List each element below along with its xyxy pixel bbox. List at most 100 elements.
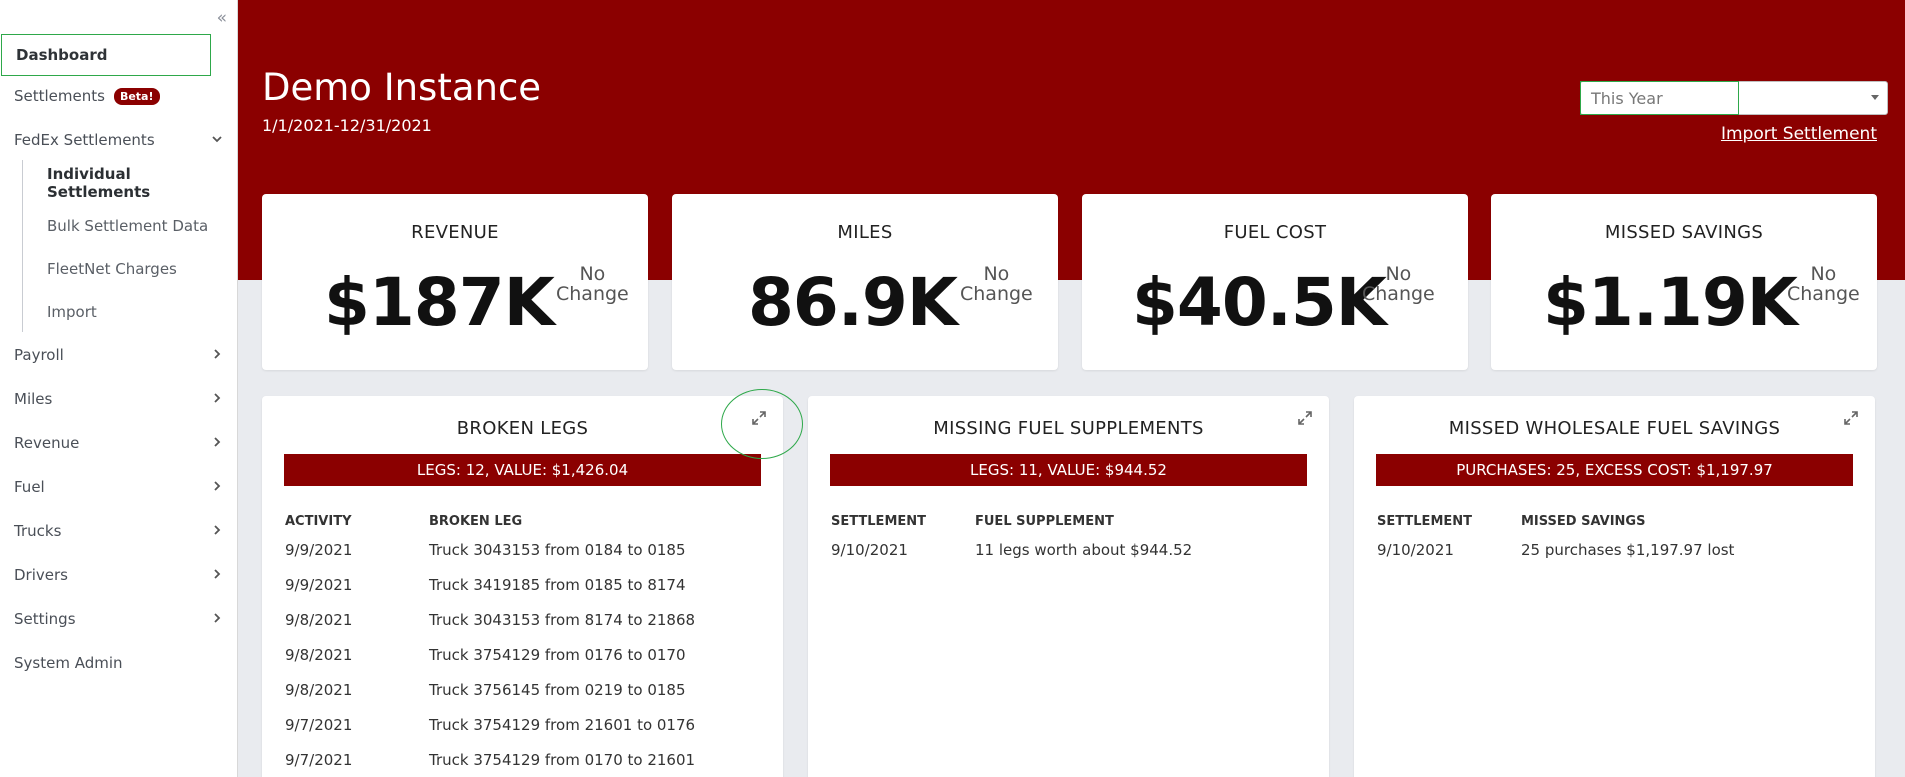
table-cell-leg: Truck 3419185 from 0185 to 8174 (429, 576, 686, 594)
chevron-right-icon (212, 479, 222, 495)
sidebar-item-label: Payroll (14, 346, 64, 364)
sidebar-subitem-label: Import (47, 303, 97, 321)
stat-card-fuel-cost: FUEL COST $40.5K No Change (1082, 194, 1468, 370)
sidebar-item-label: System Admin (14, 654, 123, 672)
stat-card-miles: MILES 86.9K No Change (672, 194, 1058, 370)
stat-value: $40.5K (1132, 264, 1387, 341)
chevron-right-icon (212, 435, 222, 451)
stat-change-line: No (1810, 263, 1837, 285)
sidebar-subitem-import[interactable]: Import (47, 294, 97, 330)
sidebar-item-label: Drivers (14, 566, 68, 584)
sidebar-item-trucks[interactable]: Trucks (0, 511, 238, 551)
stat-change-line: Change (960, 283, 1033, 305)
stat-change: No Change (1362, 264, 1435, 304)
sidebar-item-label: Fuel (14, 478, 45, 496)
expand-icon[interactable] (1297, 410, 1313, 426)
sidebar-subitem-label: Individual Settlements (47, 165, 151, 201)
chevron-right-icon (212, 611, 222, 627)
stat-value: 86.9K (748, 264, 958, 341)
period-select[interactable]: This Year (1580, 81, 1888, 115)
panel-summary-bar: LEGS: 11, VALUE: $944.52 (830, 454, 1307, 486)
date-range: 1/1/2021-12/31/2021 (262, 116, 432, 135)
panel-missed-wholesale-fuel-savings: MISSED WHOLESALE FUEL SAVINGS PURCHASES:… (1354, 396, 1875, 777)
panel-title: MISSED WHOLESALE FUEL SAVINGS (1448, 418, 1781, 439)
stat-change: No Change (960, 264, 1033, 304)
table-cell-date: 9/8/2021 (285, 646, 353, 664)
column-header-settlement: SETTLEMENT (831, 514, 927, 529)
sidebar-item-drivers[interactable]: Drivers (0, 555, 238, 595)
sidebar-item-fedex-settlements[interactable]: FedEx Settlements (0, 120, 238, 160)
import-settlement-link[interactable]: Import Settlement (1721, 124, 1877, 144)
chevron-right-icon (212, 523, 222, 539)
table-cell-leg: Truck 3754129 from 0176 to 0170 (429, 646, 686, 664)
sidebar-item-revenue[interactable]: Revenue (0, 423, 238, 463)
sidebar-item-dashboard[interactable]: Dashboard (1, 34, 211, 76)
sidebar: « Dashboard Settlements Beta! FedEx Sett… (0, 0, 238, 777)
sidebar-subitem-label: FleetNet Charges (47, 260, 177, 278)
table-cell-date: 9/9/2021 (285, 576, 353, 594)
expand-icon[interactable] (751, 410, 767, 426)
submenu-divider (22, 160, 23, 332)
stat-card-revenue: REVENUE $187K No Change (262, 194, 648, 370)
collapse-sidebar-icon[interactable]: « (217, 10, 227, 27)
sidebar-item-settlements[interactable]: Settlements Beta! (0, 76, 238, 116)
stat-label: REVENUE (411, 222, 499, 243)
stat-change-line: No (1385, 263, 1412, 285)
stat-label: MILES (837, 222, 893, 243)
sidebar-subitem-fleetnet-charges[interactable]: FleetNet Charges (47, 251, 177, 287)
stat-value: $1.19K (1543, 264, 1798, 341)
table-cell-savings: 25 purchases $1,197.97 lost (1521, 541, 1735, 559)
period-select-value: This Year (1591, 88, 1663, 108)
table-cell-date: 9/7/2021 (285, 716, 353, 734)
table-cell-date: 9/9/2021 (285, 541, 353, 559)
column-header-activity: ACTIVITY (285, 514, 352, 529)
chevron-right-icon (212, 347, 222, 363)
panel-missing-fuel-supplements: MISSING FUEL SUPPLEMENTS LEGS: 11, VALUE… (808, 396, 1329, 777)
table-cell-leg: Truck 3043153 from 8174 to 21868 (429, 611, 696, 629)
column-header-fuel-supplement: FUEL SUPPLEMENT (975, 514, 1114, 529)
stat-change-line: Change (1787, 283, 1860, 305)
panel-broken-legs: BROKEN LEGS LEGS: 12, VALUE: $1,426.04 A… (262, 396, 783, 777)
column-header-settlement: SETTLEMENT (1377, 514, 1473, 529)
stat-change: No Change (556, 264, 629, 304)
table-cell-date: 9/8/2021 (285, 611, 353, 629)
sidebar-item-payroll[interactable]: Payroll (0, 335, 238, 375)
sidebar-item-label: Settings (14, 610, 76, 628)
expand-icon[interactable] (1843, 410, 1859, 426)
chevron-right-icon (212, 391, 222, 407)
stat-change-line: No (983, 263, 1010, 285)
sidebar-item-system-admin[interactable]: System Admin (0, 643, 238, 683)
stat-card-missed-savings: MISSED SAVINGS $1.19K No Change (1491, 194, 1877, 370)
stat-change: No Change (1787, 264, 1860, 304)
stat-value: $187K (324, 264, 555, 341)
stat-change-line: Change (556, 283, 629, 305)
chevron-down-icon (212, 132, 222, 148)
table-cell-date: 9/7/2021 (285, 751, 353, 769)
chevron-right-icon (212, 567, 222, 583)
table-cell-leg: Truck 3756145 from 0219 to 0185 (429, 681, 686, 699)
stat-label: MISSED SAVINGS (1604, 222, 1764, 243)
sidebar-item-label: Trucks (14, 522, 62, 540)
stat-change-line: Change (1362, 283, 1435, 305)
sidebar-item-settings[interactable]: Settings (0, 599, 238, 639)
table-cell-supplement: 11 legs worth about $944.52 (975, 541, 1193, 559)
sidebar-item-miles[interactable]: Miles (0, 379, 238, 419)
sidebar-subitem-bulk-settlement-data[interactable]: Bulk Settlement Data (47, 208, 208, 244)
table-cell-leg: Truck 3754129 from 21601 to 0176 (429, 716, 696, 734)
column-header-broken-leg: BROKEN LEG (429, 514, 523, 529)
caret-down-icon (1871, 95, 1879, 100)
table-cell-date: 9/8/2021 (285, 681, 353, 699)
table-cell-date: 9/10/2021 (831, 541, 908, 559)
sidebar-subitem-individual-settlements[interactable]: Individual Settlements (47, 165, 237, 201)
sidebar-item-fuel[interactable]: Fuel (0, 467, 238, 507)
sidebar-subitem-label: Bulk Settlement Data (47, 217, 209, 235)
sidebar-item-label: Settlements (14, 87, 105, 105)
table-cell-date: 9/10/2021 (1377, 541, 1454, 559)
stat-change-line: No (579, 263, 606, 285)
panel-title: MISSING FUEL SUPPLEMENTS (933, 418, 1204, 439)
panel-title: BROKEN LEGS (456, 418, 589, 439)
beta-badge: Beta! (113, 87, 160, 105)
panel-summary-bar: LEGS: 12, VALUE: $1,426.04 (284, 454, 761, 486)
sidebar-item-label: Dashboard (16, 46, 108, 64)
panel-summary-bar: PURCHASES: 25, EXCESS COST: $1,197.97 (1376, 454, 1853, 486)
